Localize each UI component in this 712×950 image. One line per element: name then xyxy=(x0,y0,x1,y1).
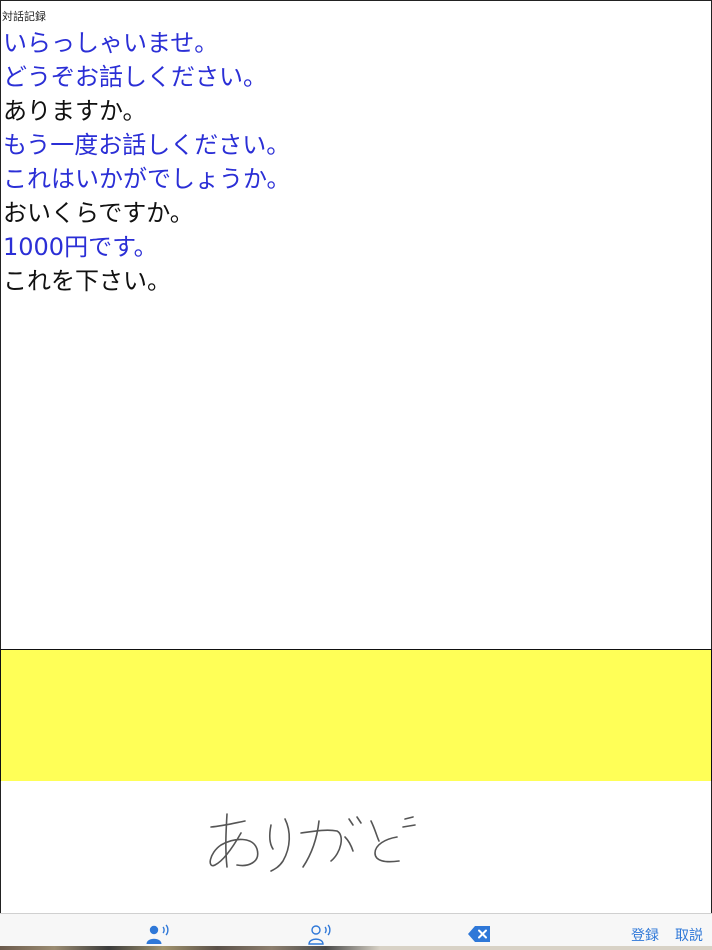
log-line: おいくらですか。 xyxy=(3,199,194,227)
recognized-text-field[interactable] xyxy=(0,649,712,782)
bottom-toolbar: 登録 取説 xyxy=(0,913,712,950)
log-lines: いらっしゃいませ。どうぞお話しください。 ありますか。もう一度お話しください。 これ… xyxy=(3,26,291,298)
log-line: どうぞお話しください。 xyxy=(3,63,267,91)
handwriting-ink xyxy=(209,813,416,872)
log-line: 1000円です。 xyxy=(3,233,158,261)
register-button[interactable]: 登録 xyxy=(631,928,659,944)
conversation-log: 対話記録 いらっしゃいませ。どうぞお話しください。 ありますか。もう一度お話しくだ… xyxy=(0,0,712,650)
log-line: これを下さい。 xyxy=(3,267,171,295)
log-line: ありますか。 xyxy=(3,97,147,125)
handwriting-pad[interactable] xyxy=(0,781,712,913)
log-caption: 対話記録 xyxy=(2,10,46,23)
person-speaking-filled-icon[interactable] xyxy=(145,922,171,946)
manual-button[interactable]: 取説 xyxy=(675,928,703,944)
log-line: これはいかがでしょうか。 xyxy=(3,165,291,193)
log-line: いらっしゃいませ。 xyxy=(3,29,219,57)
person-speaking-outline-icon[interactable] xyxy=(307,922,333,946)
dock-strip xyxy=(0,946,712,950)
backspace-icon[interactable] xyxy=(467,922,493,946)
log-line: もう一度お話しください。 xyxy=(3,131,291,159)
